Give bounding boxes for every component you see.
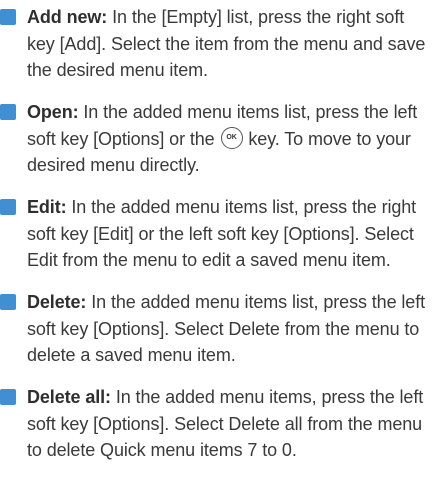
square-bullet-icon — [0, 9, 16, 25]
item-description: In the added menu items list, press the … — [27, 292, 426, 365]
list-item-add-new: Add new: In the [Empty] list, press the … — [0, 4, 436, 84]
square-bullet-icon — [0, 199, 16, 215]
square-bullet-icon — [0, 294, 16, 310]
ok-key-icon: OK — [220, 126, 243, 149]
list-item-open: Open: In the added menu items list, pres… — [0, 99, 436, 179]
item-term: Edit: — [27, 197, 67, 217]
item-term: Delete all: — [27, 387, 111, 407]
item-term: Delete: — [27, 292, 87, 312]
list-item-delete: Delete: In the added menu items list, pr… — [0, 289, 436, 369]
instruction-list: Add new: In the [Empty] list, press the … — [0, 4, 436, 464]
list-item-edit: Edit: In the added menu items list, pres… — [0, 194, 436, 274]
square-bullet-icon — [0, 104, 16, 120]
square-bullet-icon — [0, 389, 16, 405]
item-term: Add new: — [27, 7, 108, 27]
list-item-delete-all: Delete all: In the added menu items, pre… — [0, 384, 436, 464]
item-term: Open: — [27, 102, 79, 122]
item-description: In the added menu items list, press the … — [27, 197, 417, 270]
ok-key-label: OK — [226, 134, 237, 141]
